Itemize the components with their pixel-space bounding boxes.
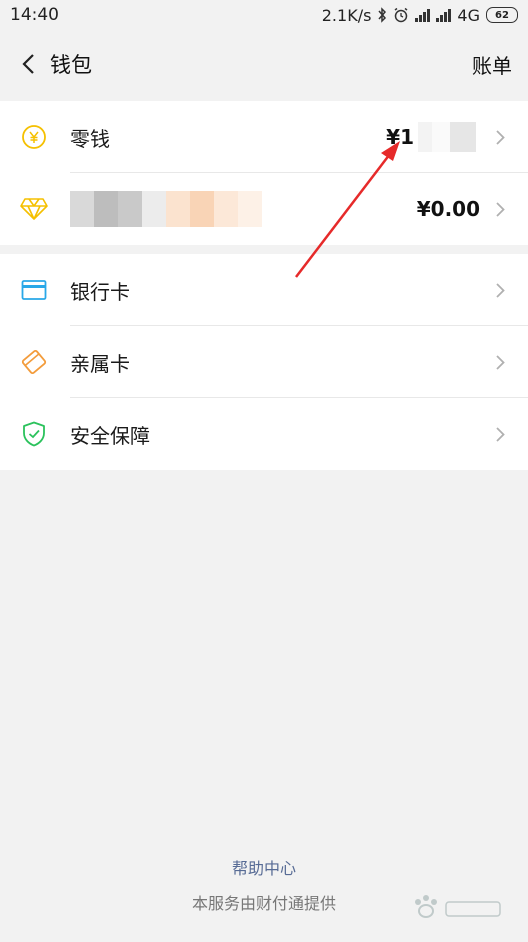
chevron-left-icon	[22, 54, 34, 74]
bill-button[interactable]: 账单	[472, 50, 512, 79]
redacted-label	[70, 191, 262, 227]
alarm-icon	[394, 7, 408, 23]
change-label: 零钱	[70, 126, 110, 151]
licaitong-amount: ¥0.00	[416, 197, 480, 221]
bank-card-label: 银行卡	[70, 279, 130, 304]
network-type: 4G	[457, 5, 480, 25]
status-time: 14:40	[10, 5, 59, 25]
chevron-right-icon	[494, 201, 506, 217]
signal-icon-2	[436, 8, 452, 22]
diamond-icon	[20, 195, 48, 223]
wallet-menu-card: 银行卡 亲属卡 安全保障	[0, 254, 528, 470]
list-item-family-card[interactable]: 亲属卡	[0, 326, 528, 398]
signal-icon	[415, 8, 431, 22]
network-speed: 2.1K/s	[321, 5, 372, 25]
balance-card: 零钱 ¥1 ¥0.00	[0, 101, 528, 245]
yuan-coin-icon	[20, 123, 48, 151]
chevron-right-icon	[494, 354, 506, 370]
chevron-right-icon	[494, 426, 506, 442]
family-card-icon	[20, 348, 48, 376]
bluetooth-icon	[378, 7, 387, 23]
nav-header: 钱包 账单	[0, 30, 528, 98]
battery-icon: 62	[486, 7, 518, 23]
help-center-link[interactable]: 帮助中心	[0, 855, 528, 879]
chevron-right-icon	[494, 282, 506, 298]
page-title: 钱包	[50, 53, 92, 77]
baidu-watermark-logo	[415, 895, 501, 918]
chevron-right-icon	[494, 129, 506, 145]
list-item-security[interactable]: 安全保障	[0, 398, 528, 470]
status-bar: 14:40 2.1K/s 4G 62	[0, 0, 528, 30]
back-button[interactable]	[16, 52, 40, 76]
status-icons: 2.1K/s 4G 62	[322, 6, 518, 25]
list-item-change[interactable]: 零钱 ¥1	[0, 101, 528, 173]
bank-card-icon	[20, 276, 48, 304]
redacted-amount	[418, 122, 476, 152]
shield-icon	[20, 420, 48, 448]
security-label: 安全保障	[70, 423, 150, 448]
list-item-bank-card[interactable]: 银行卡	[0, 254, 528, 326]
family-card-label: 亲属卡	[70, 351, 130, 376]
change-amount: ¥1	[386, 125, 414, 149]
list-item-licaitong[interactable]: ¥0.00	[0, 173, 528, 245]
